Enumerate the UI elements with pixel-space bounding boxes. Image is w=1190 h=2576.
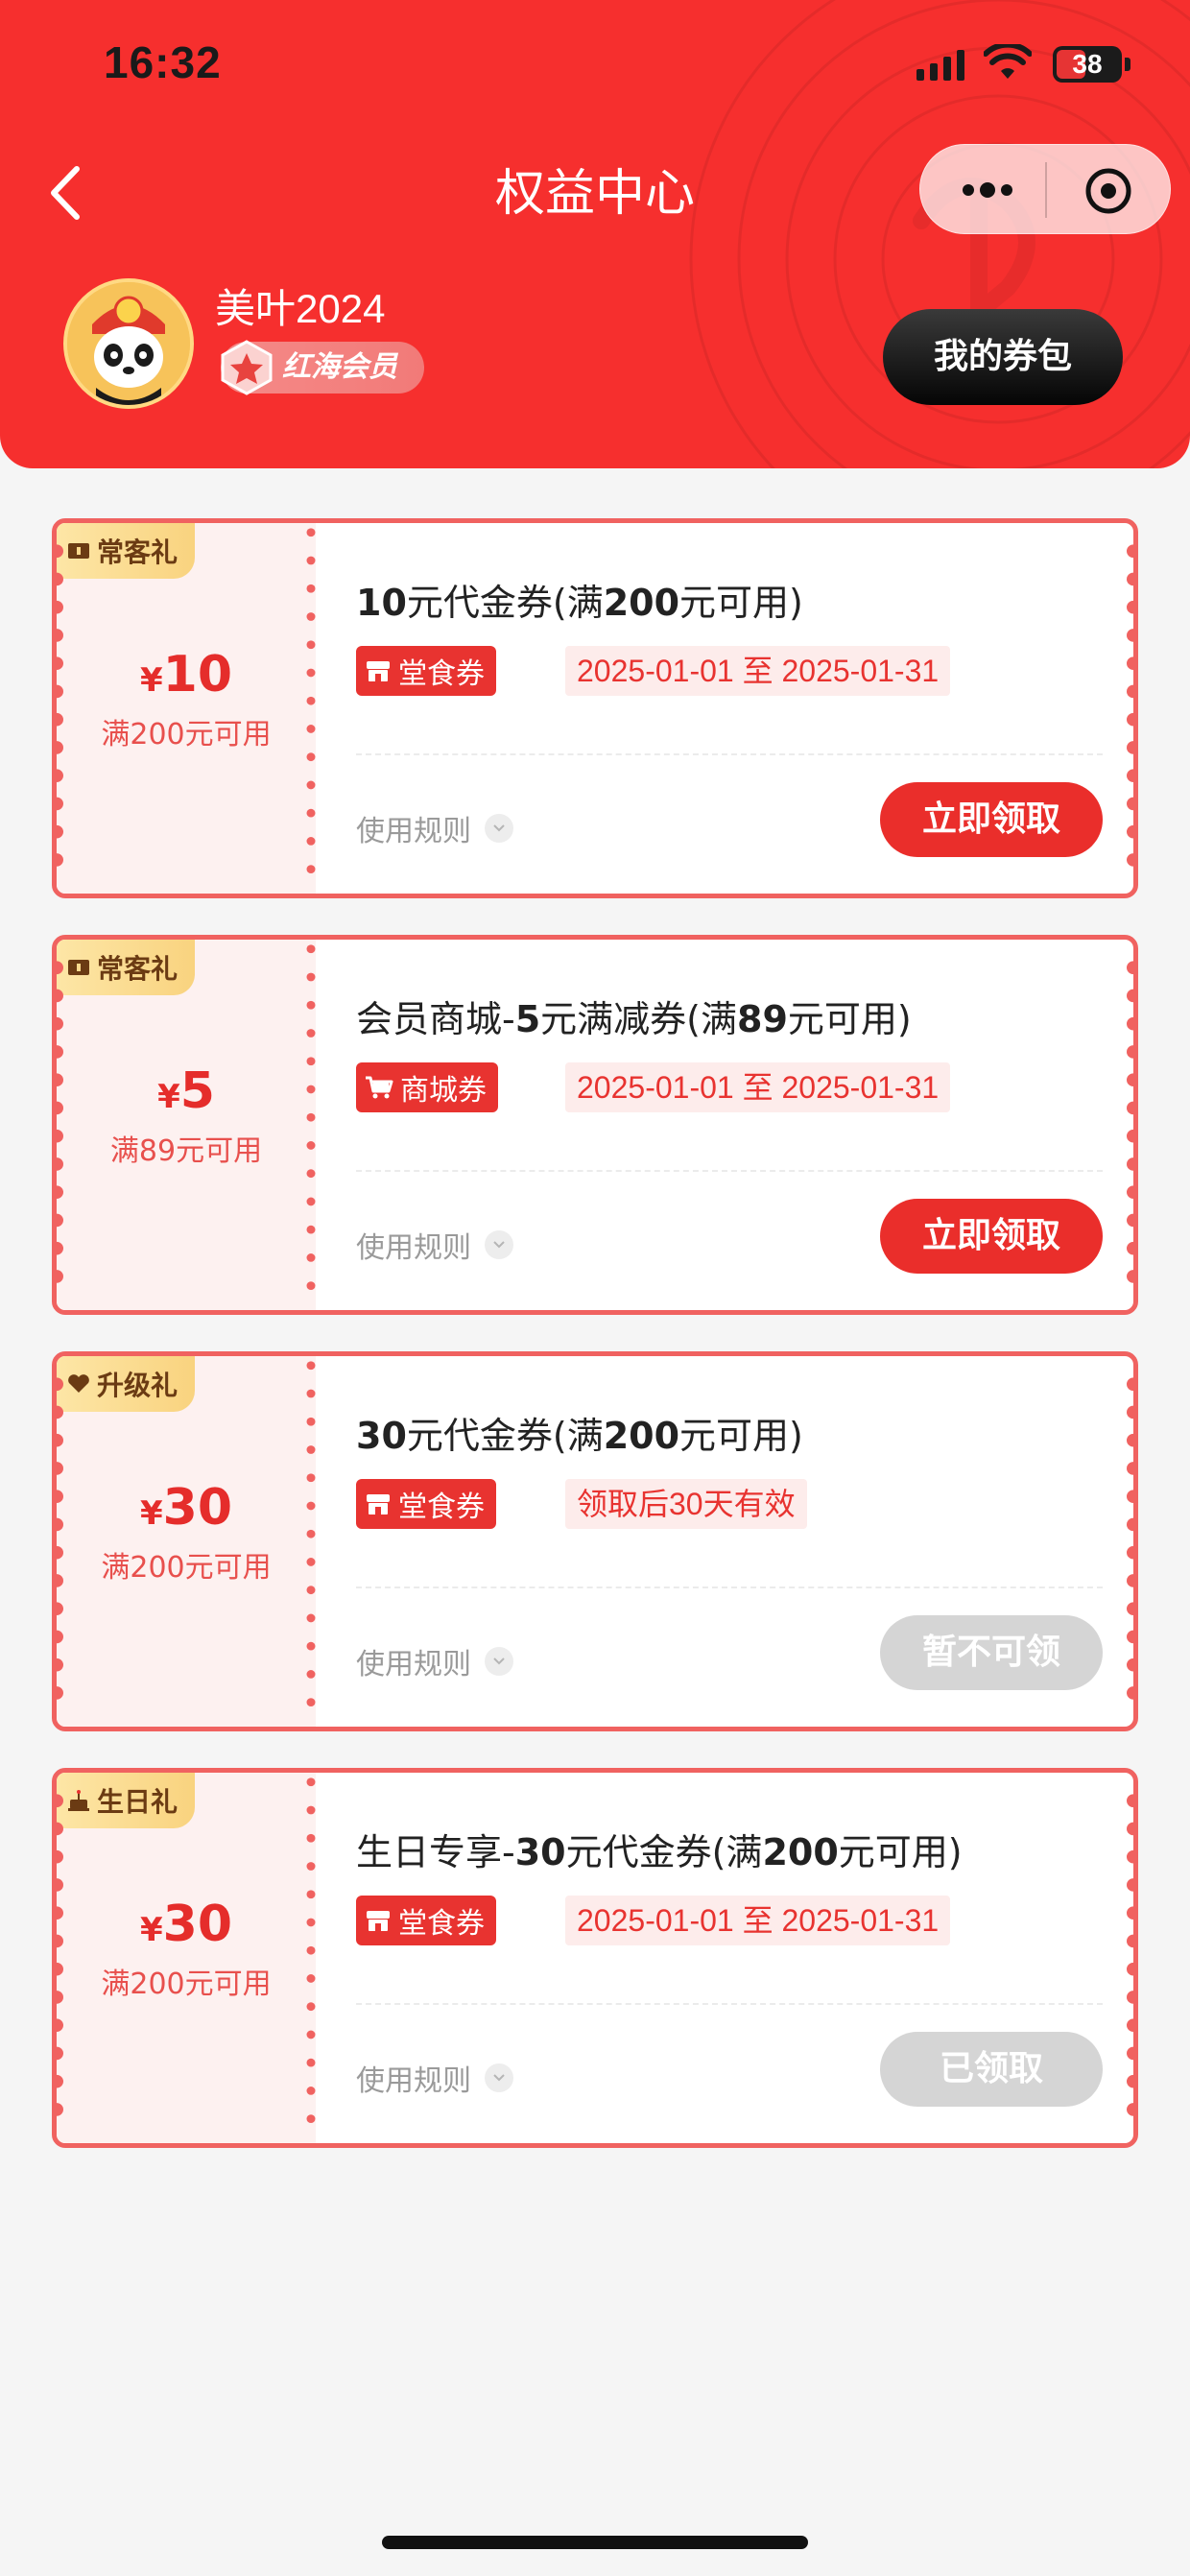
coupon-condition: 满200元可用 <box>101 1968 272 2001</box>
chevron-down-icon <box>485 1647 513 1676</box>
coupon-title: 10元代金券(满200元可用) <box>356 582 803 624</box>
header: 16:32 38 权益中心 美叶2024 红海会员 我的券包 <box>0 0 1190 468</box>
store-icon <box>367 1911 390 1931</box>
coupon-tag-label: 生日礼 <box>97 1786 178 1818</box>
perforation <box>306 1777 316 2124</box>
store-icon <box>367 661 390 681</box>
coupon-title: 生日专享-30元代金券(满200元可用) <box>356 1831 963 1873</box>
status-time: 16:32 <box>104 37 222 87</box>
edge-notches <box>57 1377 63 1700</box>
perforation <box>306 1361 316 1707</box>
coupon-amount: ¥30 <box>139 1896 233 1953</box>
claimed-button[interactable]: 已领取 <box>880 2032 1103 2107</box>
coupon-value-panel: 升级礼 ¥30 满200元可用 <box>57 1356 316 1727</box>
wifi-icon <box>984 44 1032 79</box>
usage-rules-link[interactable]: 使用规则 <box>356 1640 513 1682</box>
cellular-signal-icon <box>916 50 964 81</box>
coupon-card: 常客礼 ¥5 满89元可用 会员商城-5元满减券(满89元可用) 商城券 202… <box>52 935 1138 1315</box>
edge-notches <box>57 961 63 1283</box>
perforation <box>306 944 316 1291</box>
coupon-amount: ¥5 <box>157 1062 215 1120</box>
cake-icon <box>68 1790 89 1811</box>
edge-notches <box>1127 961 1133 1283</box>
edge-notches <box>57 1794 63 2116</box>
chevron-down-icon <box>485 2063 513 2092</box>
chevron-down-icon <box>485 1230 513 1259</box>
coupon-condition: 满200元可用 <box>101 718 272 751</box>
store-icon <box>367 1494 390 1515</box>
coupon-condition: 满89元可用 <box>109 1134 263 1168</box>
coupon-title: 会员商城-5元满减券(满89元可用) <box>356 998 912 1040</box>
my-coupon-wallet-button[interactable]: 我的券包 <box>883 309 1123 405</box>
close-miniprogram-icon[interactable] <box>1083 166 1133 216</box>
coupon-type-badge: 商城券 <box>356 1062 498 1112</box>
usage-rules-link[interactable]: 使用规则 <box>356 2057 513 2099</box>
edge-notches <box>57 544 63 867</box>
coupon-tag: 常客礼 <box>57 940 196 995</box>
coupon-tag-label: 常客礼 <box>97 537 178 568</box>
coupon-tag: 升级礼 <box>57 1356 196 1412</box>
coupon-value-panel: 常客礼 ¥10 满200元可用 <box>57 523 316 894</box>
miniprogram-capsule <box>919 144 1171 234</box>
coupon-type-badge: 堂食券 <box>356 646 496 696</box>
coupon-amount: ¥10 <box>139 646 233 704</box>
claim-button-disabled[interactable]: 暂不可领 <box>880 1615 1103 1690</box>
coupon-value-panel: 生日礼 ¥30 满200元可用 <box>57 1773 316 2143</box>
claim-button[interactable]: 立即领取 <box>880 1199 1103 1274</box>
home-indicator <box>382 2536 808 2549</box>
usage-rules-link[interactable]: 使用规则 <box>356 807 513 849</box>
coupon-tag-label: 升级礼 <box>97 1370 178 1401</box>
coupon-tag: 生日礼 <box>57 1773 196 1828</box>
status-bar: 16:32 38 <box>0 0 1190 134</box>
avatar[interactable] <box>63 278 194 409</box>
more-options-icon[interactable] <box>959 174 1016 206</box>
coupon-card: 常客礼 ¥10 满200元可用 10元代金券(满200元可用) 堂食券 2025… <box>52 518 1138 898</box>
coupon-validity: 领取后30天有效 <box>565 1479 807 1529</box>
coupon-tag: 常客礼 <box>57 523 196 579</box>
chevron-down-icon <box>485 814 513 843</box>
cart-icon <box>366 1076 393 1099</box>
ticket-icon <box>68 960 89 975</box>
coupon-condition: 满200元可用 <box>101 1551 272 1585</box>
edge-notches <box>1127 1794 1133 2116</box>
edge-notches <box>1127 544 1133 867</box>
coupon-type-badge: 堂食券 <box>356 1479 496 1529</box>
usage-rules-link[interactable]: 使用规则 <box>356 1224 513 1266</box>
member-level-badge: 红海会员 <box>221 340 424 395</box>
coupon-title: 30元代金券(满200元可用) <box>356 1415 803 1457</box>
coupon-card: 升级礼 ¥30 满200元可用 30元代金券(满200元可用) 堂食券 领取后3… <box>52 1351 1138 1731</box>
username: 美叶2024 <box>215 286 386 331</box>
member-level-label: 红海会员 <box>282 350 397 384</box>
panda-mascot-icon <box>67 282 190 405</box>
coupon-tag-label: 常客礼 <box>97 953 178 985</box>
coupon-validity: 2025-01-01 至 2025-01-31 <box>565 1896 951 1945</box>
star-shield-icon <box>221 340 273 395</box>
coupon-validity: 2025-01-01 至 2025-01-31 <box>565 646 951 696</box>
coupon-validity: 2025-01-01 至 2025-01-31 <box>565 1062 951 1112</box>
back-arrow-icon[interactable] <box>42 161 90 225</box>
coupon-amount: ¥30 <box>139 1479 233 1537</box>
battery-icon: 38 <box>1053 46 1122 83</box>
claim-button[interactable]: 立即领取 <box>880 782 1103 857</box>
heart-icon <box>68 1374 89 1393</box>
perforation <box>306 528 316 874</box>
coupon-value-panel: 常客礼 ¥5 满89元可用 <box>57 940 316 1310</box>
coupon-card: 生日礼 ¥30 满200元可用 生日专享-30元代金券(满200元可用) 堂食券… <box>52 1768 1138 2148</box>
page-title: 权益中心 <box>494 165 695 223</box>
ticket-icon <box>68 543 89 559</box>
coupon-type-badge: 堂食券 <box>356 1896 496 1945</box>
edge-notches <box>1127 1377 1133 1700</box>
battery-level: 38 <box>1072 49 1103 79</box>
